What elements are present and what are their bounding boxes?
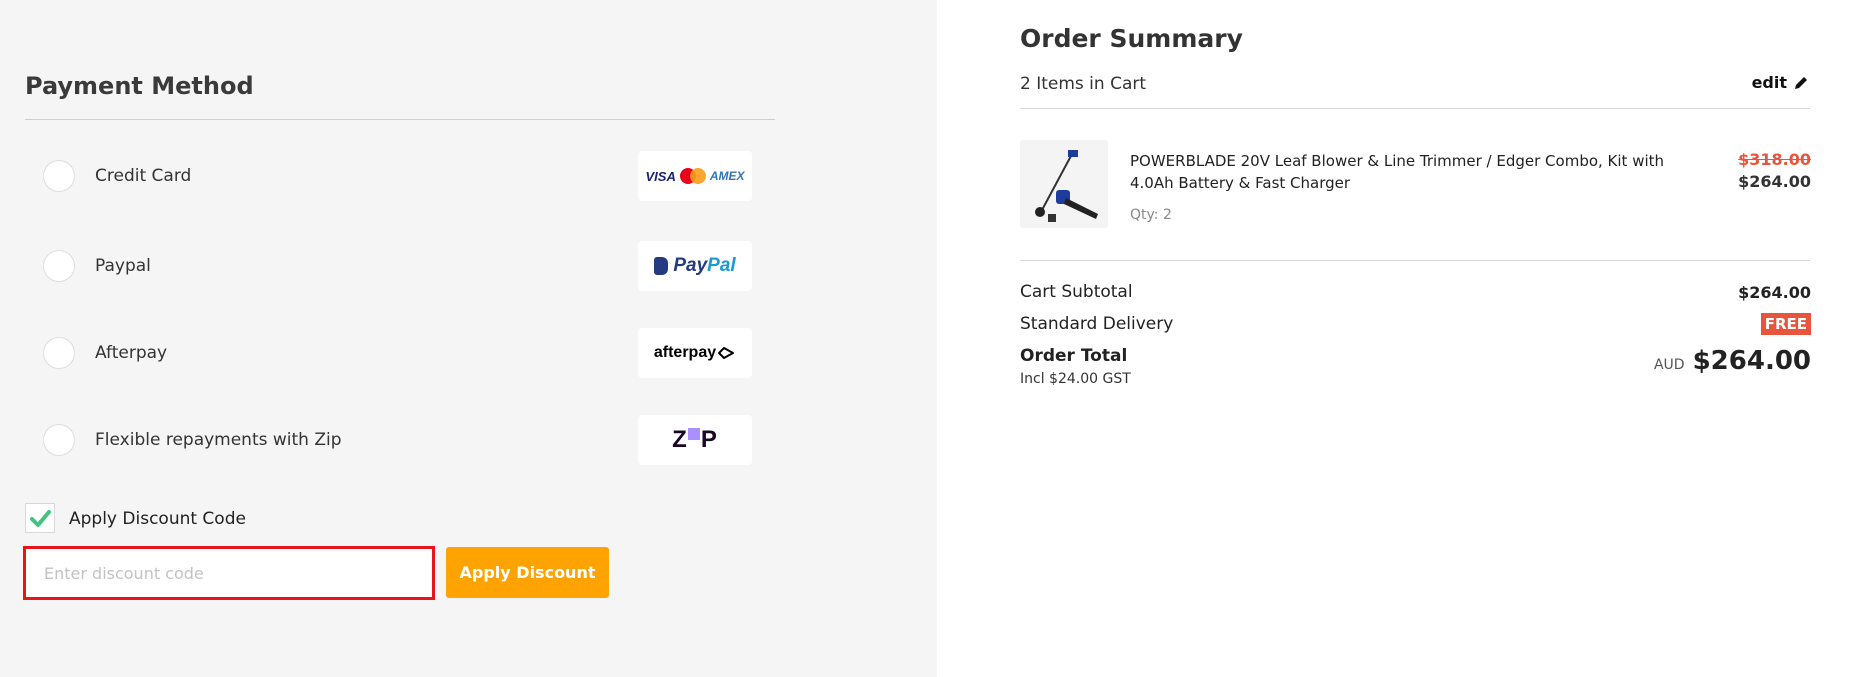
edit-cart-link[interactable]: edit — [1752, 73, 1809, 92]
payment-option-credit-card[interactable]: Credit Card VISA AMEX — [25, 150, 752, 204]
credit-card-label: Credit Card — [95, 166, 192, 186]
divider — [1020, 260, 1810, 261]
product-price: $264.00 — [1738, 172, 1811, 191]
product-image — [1020, 140, 1108, 228]
order-total-amount: $264.00 — [1692, 346, 1811, 376]
zip-radio[interactable] — [43, 424, 75, 456]
zip-label: Flexible repayments with Zip — [95, 430, 342, 450]
divider — [1020, 108, 1810, 109]
product-name: POWERBLADE 20V Leaf Blower & Line Trimme… — [1130, 152, 1665, 192]
amex-logo: AMEX — [709, 169, 745, 183]
apply-discount-button[interactable]: Apply Discount — [446, 547, 609, 598]
delivery-free-badge: FREE — [1760, 313, 1811, 335]
zip-logo: ZP — [638, 415, 752, 465]
credit-card-radio[interactable] — [43, 160, 75, 192]
afterpay-logo: afterpay — [638, 328, 752, 378]
afterpay-label: Afterpay — [95, 343, 168, 363]
discount-checkbox[interactable] — [25, 503, 55, 533]
paypal-label: Paypal — [95, 256, 151, 276]
divider — [25, 119, 775, 120]
order-total-value: AUD $264.00 — [1654, 346, 1811, 376]
discount-checkbox-label: Apply Discount Code — [69, 509, 246, 529]
order-summary-title: Order Summary — [1020, 24, 1243, 53]
cart-item-count: 2 Items in Cart — [1020, 74, 1147, 94]
card-logos: VISA AMEX — [638, 151, 752, 201]
visa-logo: VISA — [645, 168, 676, 184]
payment-method-title: Payment Method — [25, 72, 254, 100]
product-original-price: $318.00 — [1738, 150, 1811, 169]
edit-label: edit — [1751, 73, 1787, 92]
order-total-label: Order Total — [1020, 346, 1128, 366]
payment-option-zip[interactable]: Flexible repayments with Zip ZP — [25, 414, 752, 468]
subtotal-label: Cart Subtotal — [1020, 282, 1133, 302]
pencil-icon — [1795, 76, 1807, 89]
delivery-label: Standard Delivery — [1020, 314, 1174, 334]
product-qty: Qty: 2 — [1130, 207, 1172, 223]
payment-option-afterpay[interactable]: Afterpay afterpay — [25, 327, 752, 381]
paypal-logo: PayPal — [638, 241, 752, 291]
afterpay-arrows-icon — [718, 347, 735, 359]
checkmark-icon — [30, 510, 51, 527]
paypal-icon — [654, 257, 669, 275]
discount-code-input[interactable] — [23, 546, 435, 600]
subtotal-value: $264.00 — [1738, 283, 1811, 302]
afterpay-radio[interactable] — [43, 337, 75, 369]
paypal-radio[interactable] — [43, 250, 75, 282]
payment-option-paypal[interactable]: Paypal PayPal — [25, 240, 752, 294]
gst-note: Incl $24.00 GST — [1020, 371, 1131, 387]
currency-label: AUD — [1653, 357, 1685, 373]
mastercard-logo — [679, 168, 706, 184]
payment-panel: Payment Method Credit Card VISA AMEX Pay… — [0, 0, 937, 677]
